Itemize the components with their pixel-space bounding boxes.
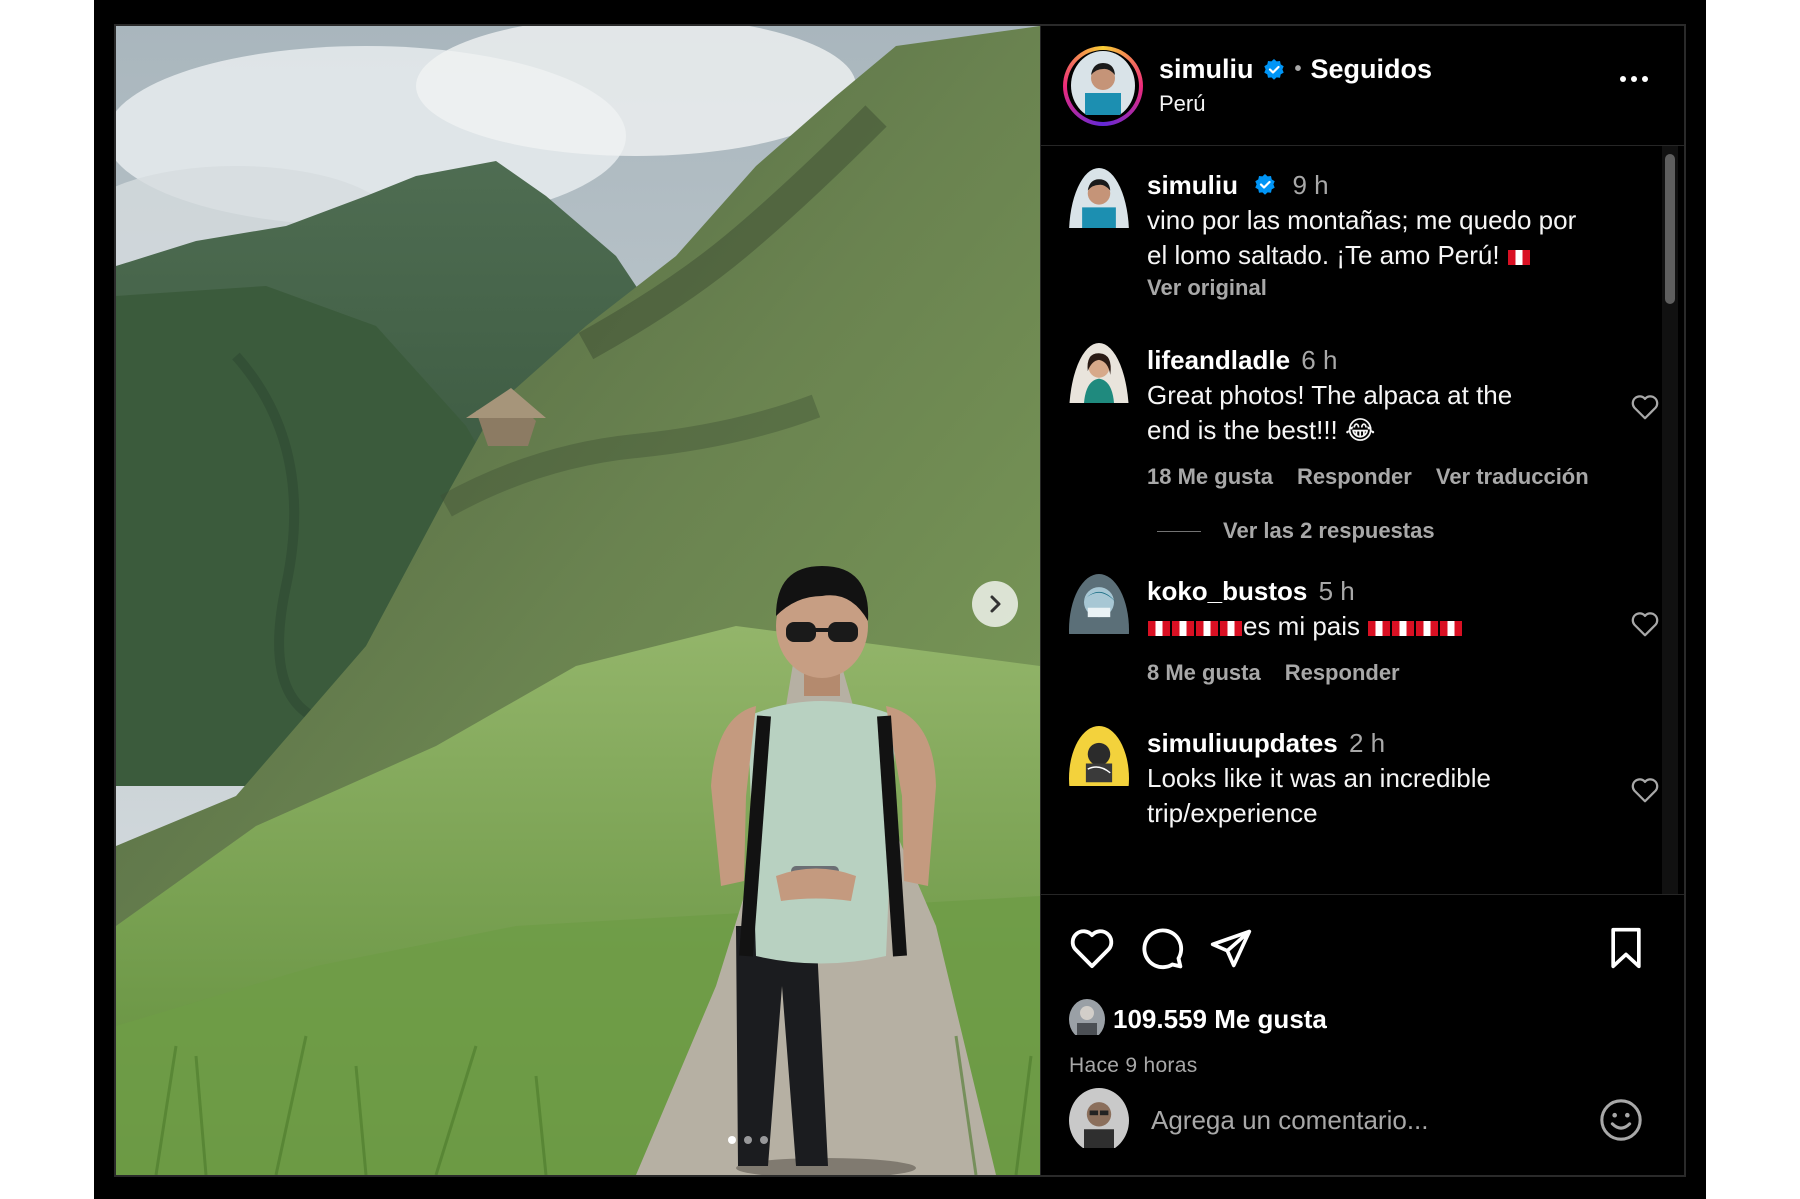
post-photo[interactable] bbox=[116, 26, 1040, 1175]
peru-flag-icon bbox=[1368, 621, 1391, 636]
header-separator: • bbox=[1294, 58, 1302, 80]
comment-time[interactable]: 5 h bbox=[1319, 576, 1355, 606]
comments-scrollbar[interactable] bbox=[1662, 146, 1678, 894]
liker-avatar[interactable] bbox=[1069, 999, 1105, 1040]
reply-button[interactable]: Responder bbox=[1285, 660, 1400, 686]
see-original-link[interactable]: Ver original bbox=[1147, 275, 1624, 301]
caption: simuliu 9 h vino por las montañas; me qu… bbox=[1069, 168, 1624, 301]
comment-time[interactable]: 2 h bbox=[1349, 728, 1385, 758]
author-avatar bbox=[1071, 51, 1135, 120]
comment-text: Great photos! The alpaca at the bbox=[1147, 380, 1513, 410]
peru-flag-icon bbox=[1196, 621, 1218, 636]
comment-likes-count[interactable]: 8 Me gusta bbox=[1147, 660, 1261, 686]
comment-item: koko_bustos 5 h es mi pais 8 Me gusta Re… bbox=[1069, 574, 1659, 686]
like-comment-heart-icon[interactable] bbox=[1630, 610, 1660, 643]
post-header: simuliu • Seguidos Perú bbox=[1041, 26, 1684, 146]
chevron-right-icon bbox=[990, 595, 1001, 613]
commenter-avatar[interactable] bbox=[1069, 726, 1129, 831]
peru-flag-icon bbox=[1440, 621, 1463, 636]
comment-username[interactable]: simuliuupdates bbox=[1147, 728, 1338, 758]
comment-username[interactable]: koko_bustos bbox=[1147, 576, 1307, 606]
author-username[interactable]: simuliu bbox=[1159, 54, 1254, 85]
comment-text: end is the best!!! 😂 bbox=[1147, 415, 1376, 445]
carousel-dot bbox=[728, 1136, 736, 1144]
comment-item: simuliuupdates 2 h Looks like it was an … bbox=[1069, 726, 1659, 831]
peru-flag-icon bbox=[1172, 621, 1194, 636]
post-location[interactable]: Perú bbox=[1159, 91, 1432, 117]
view-replies-label: Ver las 2 respuestas bbox=[1223, 518, 1435, 543]
comment-text: trip/experience bbox=[1147, 798, 1318, 828]
more-options-icon[interactable] bbox=[1620, 76, 1648, 82]
caption-text-line: el lomo saltado. ¡Te amo Perú! bbox=[1147, 240, 1500, 270]
post-actions-section: 109.559 Me gusta Hace 9 horas bbox=[1041, 894, 1684, 1175]
share-paper-plane-icon[interactable] bbox=[1209, 926, 1253, 970]
carousel-dot bbox=[760, 1136, 768, 1144]
peru-flag-icon bbox=[1392, 621, 1415, 636]
comment-bubble-icon[interactable] bbox=[1139, 925, 1185, 971]
next-slide-button[interactable] bbox=[972, 581, 1018, 627]
commenter-avatar[interactable] bbox=[1069, 574, 1129, 686]
post-author-info: simuliu • Seguidos Perú bbox=[1159, 54, 1432, 117]
action-bar bbox=[1069, 925, 1658, 971]
bookmark-icon[interactable] bbox=[1606, 926, 1646, 970]
likes-row: 109.559 Me gusta bbox=[1069, 999, 1658, 1040]
see-translation-button[interactable]: Ver traducción bbox=[1436, 464, 1589, 490]
verified-badge-icon bbox=[1262, 58, 1286, 82]
comment-text: es mi pais bbox=[1243, 611, 1361, 641]
like-comment-heart-icon[interactable] bbox=[1630, 776, 1660, 809]
comments-list: simuliu 9 h vino por las montañas; me qu… bbox=[1041, 146, 1684, 894]
following-button[interactable]: Seguidos bbox=[1311, 54, 1433, 85]
comment-likes-count[interactable]: 18 Me gusta bbox=[1147, 464, 1273, 490]
scrollbar-thumb[interactable] bbox=[1665, 154, 1675, 304]
reply-button[interactable]: Responder bbox=[1297, 464, 1412, 490]
likes-count[interactable]: 109.559 Me gusta bbox=[1113, 1004, 1327, 1035]
carousel-indicator bbox=[728, 1136, 768, 1144]
commenter-avatar[interactable] bbox=[1069, 168, 1129, 301]
commenter-avatar[interactable] bbox=[1069, 343, 1129, 490]
peru-flag-icon bbox=[1507, 250, 1530, 265]
view-replies-button[interactable]: Ver las 2 respuestas bbox=[1157, 518, 1624, 544]
comment-username[interactable]: simuliu bbox=[1147, 170, 1238, 200]
comment-username[interactable]: lifeandladle bbox=[1147, 345, 1290, 375]
emoji-smiley-icon[interactable] bbox=[1598, 1097, 1644, 1143]
comment-time[interactable]: 6 h bbox=[1301, 345, 1337, 375]
post-modal: simuliu • Seguidos Perú simuliu 9 h vino… bbox=[114, 24, 1686, 1177]
verified-badge-icon bbox=[1253, 173, 1277, 197]
author-story-ring[interactable] bbox=[1063, 45, 1143, 126]
comment-item: lifeandladle 6 h Great photos! The alpac… bbox=[1069, 343, 1659, 490]
add-comment-input[interactable] bbox=[1151, 1104, 1598, 1136]
carousel-dot bbox=[744, 1136, 752, 1144]
caption-text-line: vino por las montañas; me quedo por bbox=[1147, 205, 1577, 235]
peru-flag-icon bbox=[1220, 621, 1242, 636]
peru-flag-icon bbox=[1148, 621, 1170, 636]
add-comment-bar bbox=[1041, 1065, 1684, 1175]
hiker-mountain-photo bbox=[116, 26, 1040, 1175]
peru-flag-icon bbox=[1416, 621, 1439, 636]
comment-time[interactable]: 9 h bbox=[1292, 170, 1328, 200]
comment-text: Looks like it was an incredible bbox=[1147, 763, 1491, 793]
post-side-panel: simuliu • Seguidos Perú simuliu 9 h vino… bbox=[1040, 26, 1684, 1175]
like-heart-icon[interactable] bbox=[1069, 927, 1115, 969]
current-user-avatar bbox=[1069, 1087, 1129, 1153]
like-comment-heart-icon[interactable] bbox=[1630, 393, 1660, 426]
